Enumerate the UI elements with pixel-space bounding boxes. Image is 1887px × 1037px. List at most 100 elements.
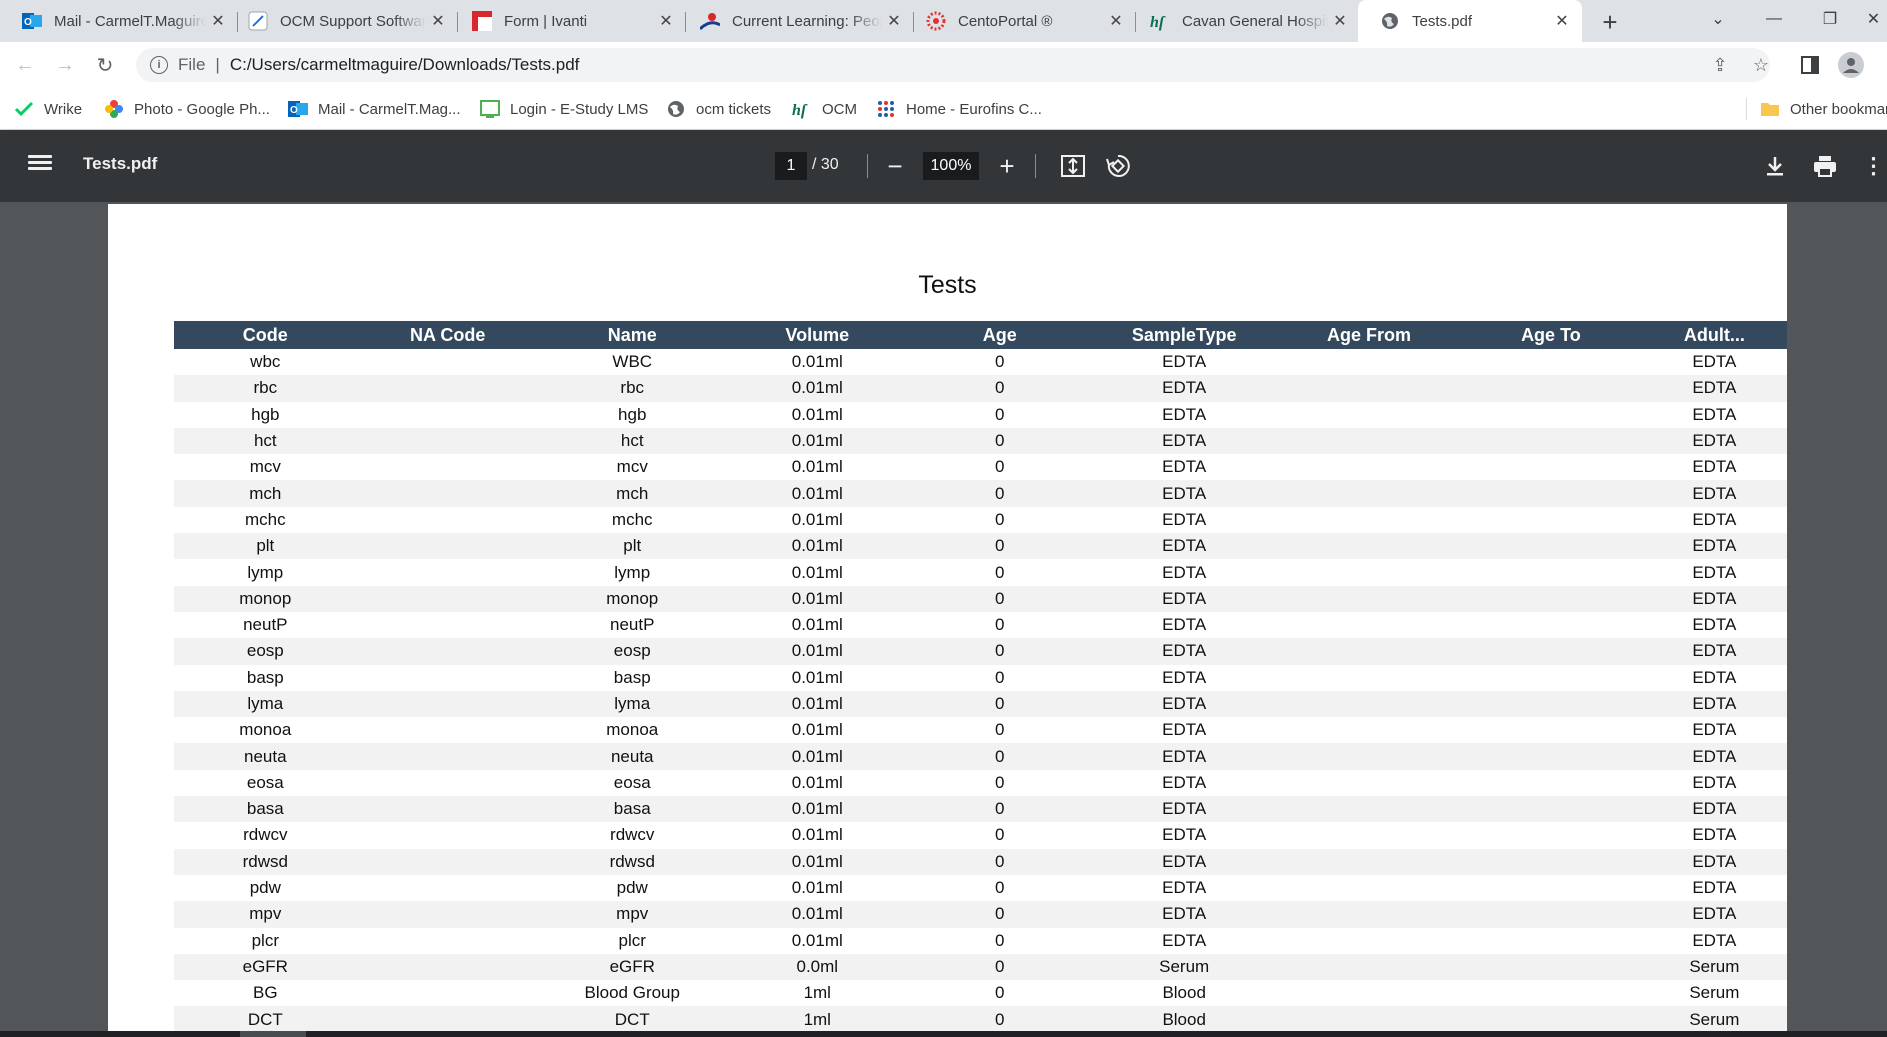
table-row: lymp lymp 0.01ml 0 EDTA EDTA: [174, 559, 1787, 585]
table-cell: [357, 454, 539, 480]
menu-icon[interactable]: [28, 152, 52, 176]
side-panel-icon[interactable]: [1795, 50, 1825, 80]
zoom-in-icon[interactable]: +: [991, 150, 1023, 182]
tab-centoportal[interactable]: CentoPortal ® ✕: [904, 0, 1136, 42]
bookmark-estudy[interactable]: Login - E-Study LMS: [480, 88, 648, 130]
profile-avatar-icon[interactable]: [1836, 50, 1866, 80]
restore-icon[interactable]: ❐: [1806, 0, 1854, 38]
document-title: Tests: [918, 271, 977, 299]
fit-to-page-icon[interactable]: [1057, 150, 1089, 182]
table-cell: plcr: [618, 930, 646, 950]
scrollbar-thumb[interactable]: [240, 1031, 306, 1037]
bookmark-ocm[interactable]: hſ OCM: [792, 88, 857, 130]
table-cell: [1277, 375, 1461, 402]
bookmark-wrike[interactable]: Wrike: [14, 88, 82, 130]
address-bar[interactable]: i File | C:/Users/carmeltmaguire/Downloa…: [136, 48, 1770, 82]
table-cell: [1460, 953, 1642, 981]
table-cell: [1278, 559, 1460, 585]
info-icon[interactable]: i: [150, 56, 168, 74]
pdf-viewer[interactable]: Tests Code NA Code Name Volume Age SampleType…: [0, 202, 1887, 1031]
bookmark-star-icon[interactable]: ☆: [1746, 50, 1776, 80]
bookmark-other[interactable]: Other bookmarks: [1760, 88, 1887, 130]
reload-icon[interactable]: ↻: [90, 50, 120, 80]
forward-icon[interactable]: →: [50, 50, 80, 80]
close-tab-icon[interactable]: ✕: [1104, 9, 1128, 33]
svg-text:hſ: hſ: [792, 102, 808, 119]
table-body: wbc WBC 0.01ml 0 EDTA EDTA rbc rbc 0.01ml 0 EDTA ED…: [174, 349, 1787, 1031]
table-cell: [357, 980, 539, 1006]
close-window-icon[interactable]: ✕: [1860, 0, 1887, 38]
tab-tests-pdf[interactable]: Tests.pdf ✕: [1358, 0, 1582, 42]
table-row: hgb hgb 0.01ml 0 EDTA EDTA: [174, 402, 1787, 428]
table-cell: rbc: [538, 375, 726, 402]
table-cell: 0.01ml: [791, 509, 843, 529]
tab-search-icon[interactable]: ⌄: [1694, 0, 1742, 38]
close-tab-icon[interactable]: ✕: [882, 9, 906, 33]
back-icon[interactable]: ←: [10, 50, 40, 80]
table-cell: [1278, 612, 1460, 638]
table-row: monop monop 0.01ml 0 EDTA EDTA: [174, 585, 1787, 612]
print-icon[interactable]: [1809, 150, 1841, 182]
table-cell: [1278, 980, 1460, 1006]
close-tab-icon[interactable]: ✕: [1550, 9, 1574, 33]
table-cell: 0.01ml: [791, 562, 843, 582]
tab-mail[interactable]: O Mail - CarmelT.Maguire ✕: [0, 0, 238, 42]
tab-ivanti[interactable]: Form | Ivanti ✕: [450, 0, 686, 42]
bookmark-eurofins[interactable]: Home - Eurofins C...: [876, 88, 1042, 130]
table-cell: [356, 427, 539, 455]
table-cell: 0: [994, 772, 1005, 792]
table-cell: [1278, 717, 1460, 743]
download-icon[interactable]: [1759, 150, 1791, 182]
close-tab-icon[interactable]: ✕: [1328, 9, 1352, 33]
minimize-icon[interactable]: —: [1750, 0, 1798, 38]
svg-text:O: O: [290, 105, 298, 116]
bookmark-ocm-tickets[interactable]: ocm tickets: [666, 88, 771, 130]
bookmark-google-photos[interactable]: Photo - Google Ph...: [104, 88, 270, 130]
zoom-level-input[interactable]: 100%: [923, 152, 979, 180]
share-icon[interactable]: ⇪: [1705, 50, 1735, 80]
tab-ocm-support[interactable]: OCM Support Software ✕: [226, 0, 458, 42]
table-row: neutP neutP 0.01ml 0 EDTA EDTA: [174, 612, 1787, 638]
horizontal-scrollbar[interactable]: [0, 1031, 1887, 1037]
close-tab-icon[interactable]: ✕: [426, 9, 450, 33]
tab-learning[interactable]: Current Learning: People ✕: [678, 0, 914, 42]
table-cell: 0: [908, 638, 1091, 665]
table-cell: [1460, 638, 1642, 665]
table-cell: [1460, 427, 1642, 455]
page-number-input[interactable]: 1: [775, 152, 807, 180]
table-cell: 0: [994, 352, 1005, 372]
table-cell: eGFR: [538, 953, 726, 981]
address-url[interactable]: C:/Users/carmeltmaguire/Downloads/Tests.…: [230, 55, 580, 75]
table-row: eGFR eGFR 0.0ml 0 Serum Serum: [174, 953, 1787, 981]
table-cell: [1460, 665, 1642, 691]
new-tab-button[interactable]: +: [1594, 6, 1626, 38]
column-header: SampleType: [1090, 321, 1278, 349]
close-tab-icon[interactable]: ✕: [654, 9, 678, 33]
table-cell: Blood Group: [584, 983, 680, 1003]
table-cell: [1278, 402, 1460, 428]
table-cell: 0.01ml: [725, 638, 909, 665]
table-cell: 0.01ml: [791, 352, 843, 372]
table-cell: 0: [994, 457, 1005, 477]
more-options-icon[interactable]: ⋮: [1860, 150, 1887, 182]
table-row: pdw pdw 0.01ml 0 EDTA EDTA: [174, 875, 1787, 901]
rotate-icon[interactable]: [1102, 150, 1134, 182]
table-cell: [356, 848, 539, 875]
table-cell: [1460, 875, 1642, 901]
table-cell: 0: [908, 848, 1091, 875]
zoom-out-icon[interactable]: −: [879, 150, 911, 182]
table-cell: [1460, 901, 1642, 928]
column-header: Name: [538, 321, 726, 349]
column-header: Age: [908, 321, 1091, 349]
table-row: wbc WBC 0.01ml 0 EDTA EDTA: [174, 349, 1787, 375]
table-cell: 0.01ml: [791, 404, 843, 424]
tab-cavan-hospital[interactable]: hſ Cavan General Hospital ✕: [1128, 0, 1360, 42]
ivanti-icon: [472, 11, 492, 31]
folder-icon: [1760, 99, 1780, 119]
pdf-filename: Tests.pdf: [83, 154, 158, 173]
table-cell: 0.01ml: [725, 743, 909, 770]
table-row: eosp eosp 0.01ml 0 EDTA EDTA: [174, 638, 1787, 665]
bookmark-mail[interactable]: O Mail - CarmelT.Mag...: [288, 88, 461, 130]
table-cell: EDTA: [1641, 796, 1787, 823]
table-cell: 0: [908, 901, 1091, 928]
